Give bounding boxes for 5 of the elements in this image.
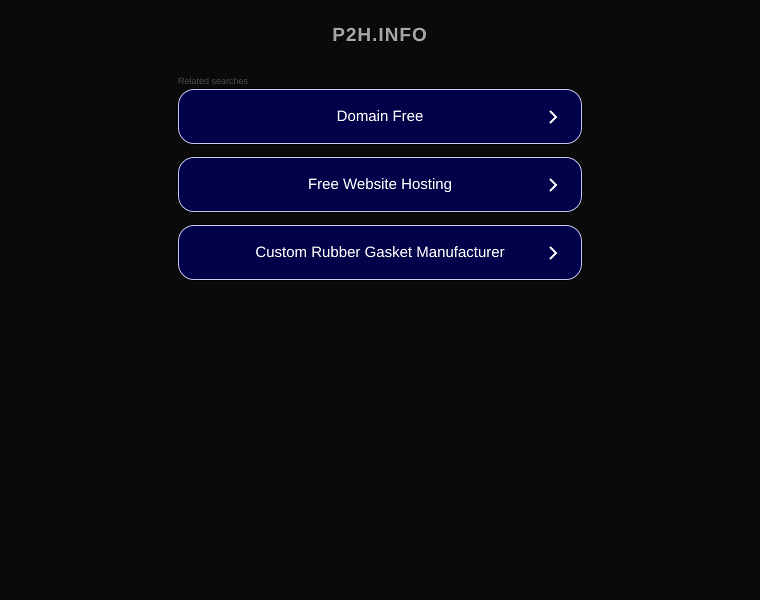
search-link[interactable]: Custom Rubber Gasket Manufacturer <box>178 225 582 280</box>
search-link[interactable]: Domain Free <box>178 89 582 144</box>
site-title: P2H.INFO <box>332 25 428 47</box>
section-heading: Related searches <box>178 75 248 87</box>
search-link[interactable]: Free Website Hosting <box>178 157 582 212</box>
